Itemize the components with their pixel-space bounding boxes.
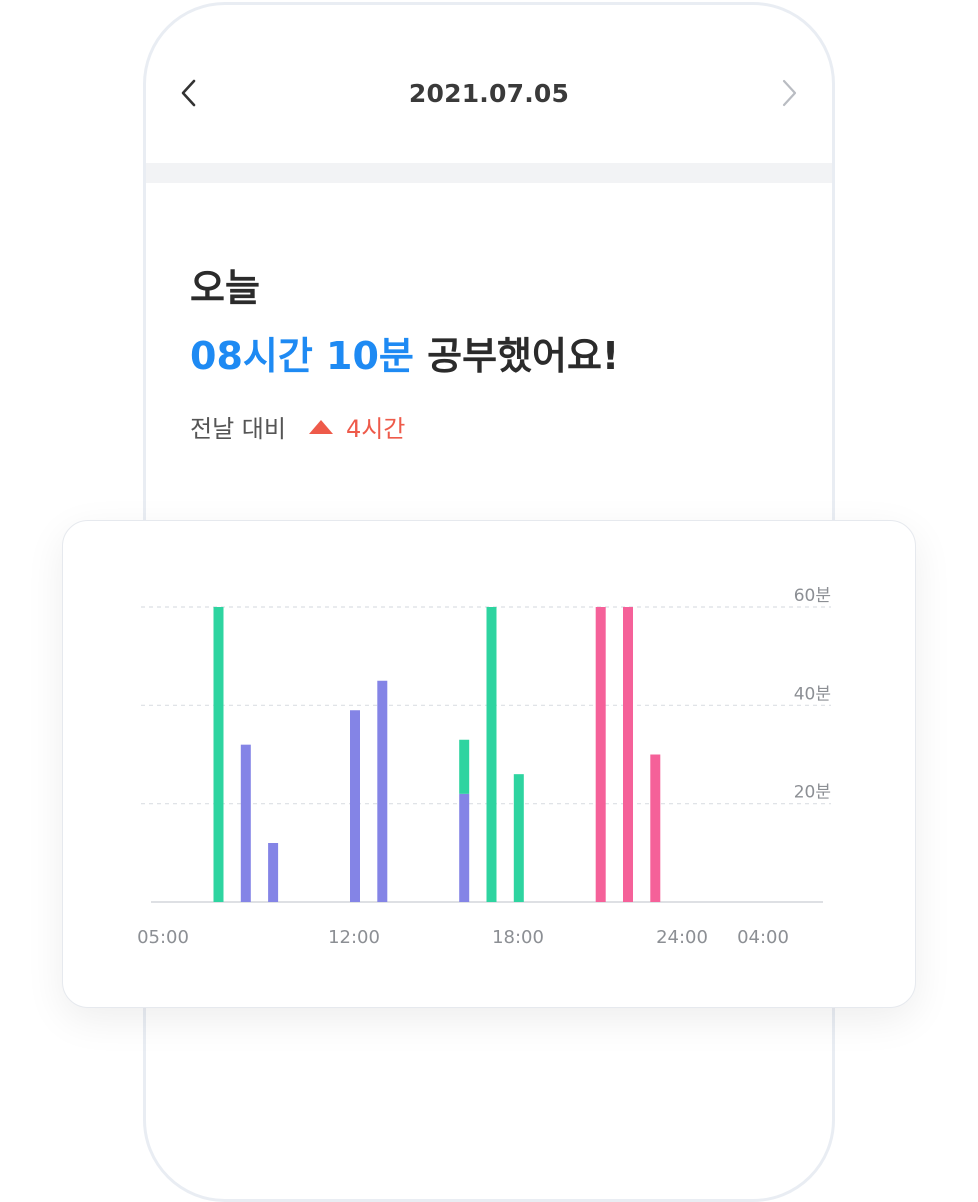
study-time-suffix: 공부했어요! [427,334,620,378]
study-time-value: 08시간 10분 [190,334,414,378]
bar-purple [240,744,251,902]
date-title: 2021.07.05 [408,79,570,108]
bar-pink [650,754,661,902]
bar-green [213,607,224,902]
chevron-right-icon[interactable] [774,75,804,111]
hourly-study-chart-card: 60분 40분 20분 05:00 12:00 18:00 24:00 04:00 [62,520,916,1008]
bar-pink [595,607,606,902]
hourly-study-chart: 60분 40분 20분 05:00 12:00 18:00 24:00 04:00 [137,586,831,948]
x-tick-label: 18:00 [492,927,544,948]
y-tick-label: 40분 [794,684,831,704]
bar-green [513,774,524,902]
bar-purple [268,843,279,902]
x-tick-label: 24:00 [656,927,708,948]
x-tick-label: 12:00 [328,927,380,948]
bar-purple [459,793,470,902]
x-tick-label: 04:00 [737,927,789,948]
y-tick-label: 60분 [794,586,831,606]
bar-green [486,607,497,902]
study-time-headline: 08시간 10분 공부했어요! [190,331,619,381]
today-label: 오늘 [190,266,260,310]
date-navigation-bar: 2021.07.05 [146,5,832,163]
study-summary: 오늘 08시간 10분 공부했어요! 전날 대비 4시간 [190,263,619,444]
triangle-up-icon [308,413,334,441]
y-tick-label: 20분 [794,783,831,803]
bar-green [459,739,470,794]
x-tick-label: 05:00 [137,927,189,948]
bar-pink [623,607,633,902]
bar-purple [377,680,388,902]
bar-purple [350,710,360,902]
compare-row: 전날 대비 4시간 [190,409,619,444]
section-divider [146,163,832,183]
compare-value: 4시간 [345,415,406,443]
compare-label: 전날 대비 [190,415,286,443]
